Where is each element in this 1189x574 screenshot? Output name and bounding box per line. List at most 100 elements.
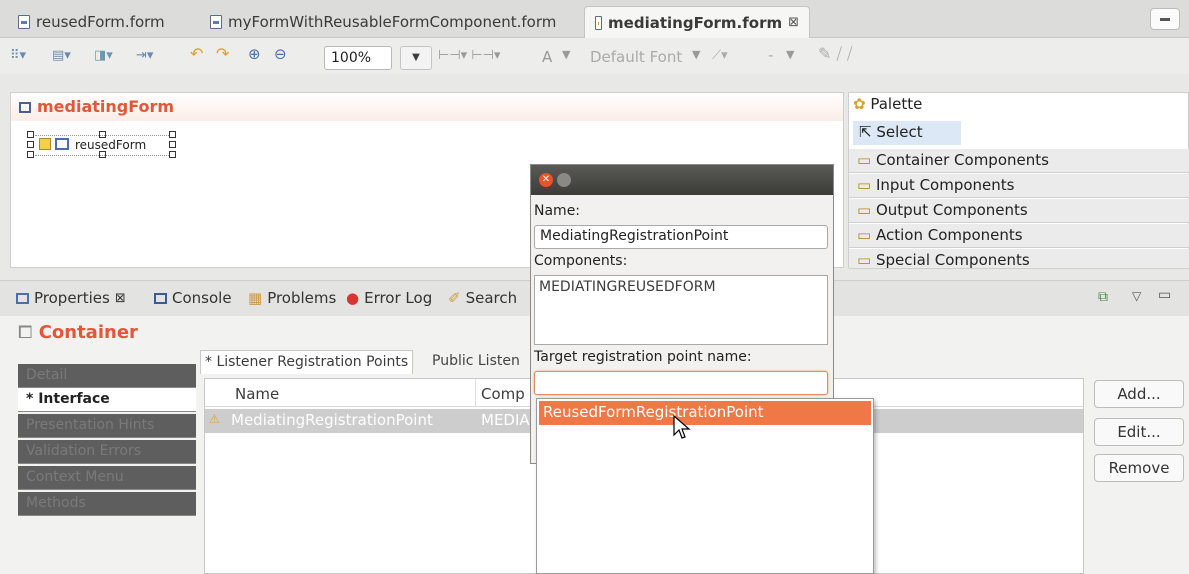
font-name-selector[interactable]: Default Font: [590, 48, 682, 66]
form-file-icon: [210, 15, 222, 29]
close-icon[interactable]: ✕: [539, 173, 553, 187]
close-tab-icon[interactable]: ⊠: [788, 15, 799, 30]
container-icon: [39, 138, 51, 150]
section-tab-context-menu[interactable]: Context Menu: [18, 466, 196, 490]
palette-panel: ✿ Palette ⇱ Select ▭ Container Component…: [848, 92, 1189, 269]
align-icon[interactable]: ⠿▾: [10, 48, 26, 63]
select-tool[interactable]: ⇱ Select: [853, 121, 961, 145]
zoom-dropdown-button[interactable]: ▼: [400, 46, 432, 70]
resize-handle[interactable]: [169, 151, 176, 158]
resize-handle[interactable]: [27, 141, 34, 148]
form-file-icon: [595, 15, 603, 30]
column-header-name[interactable]: Name: [235, 385, 279, 403]
properties-title-label: Container: [38, 322, 138, 343]
redo-icon[interactable]: ↷: [216, 44, 229, 63]
palette-drawer-special[interactable]: ▭ Special Components: [849, 249, 1189, 269]
tab-label: myFormWithReusableFormComponent.form: [228, 13, 557, 31]
form-title: mediatingForm: [37, 97, 175, 116]
drawer-label: Action Components: [875, 226, 1023, 244]
minimize-view-icon[interactable]: ▭: [1158, 287, 1171, 303]
properties-title: ⧠ Container: [18, 322, 138, 343]
resize-handle[interactable]: [169, 131, 176, 138]
folder-icon: ▭: [857, 251, 872, 269]
section-tab-interface[interactable]: * Interface: [18, 388, 196, 412]
chevron-down-icon: ▼: [786, 48, 795, 61]
resize-handle[interactable]: [27, 131, 34, 138]
name-field[interactable]: MediatingRegistrationPoint: [534, 225, 828, 249]
section-tab-methods[interactable]: Methods: [18, 492, 196, 516]
resize-handle[interactable]: [169, 141, 176, 148]
tab-properties[interactable]: Properties ⊠: [16, 289, 126, 307]
line-width-icon[interactable]: ⊢⊣▾ ⊢⊣▾: [438, 48, 500, 63]
form-icon: [19, 102, 31, 113]
tab-reusedform[interactable]: reusedForm.form: [8, 6, 175, 38]
drawer-label: Special Components: [875, 251, 1030, 269]
tab-search[interactable]: ✐ Search: [448, 289, 517, 307]
zoom-in-icon[interactable]: ⊕: [248, 45, 261, 63]
palette-title: ✿ Palette: [853, 95, 922, 113]
list-item[interactable]: MEDIATINGREUSEDFORM: [539, 279, 716, 295]
tab-error-log[interactable]: ● Error Log: [346, 289, 432, 307]
new-window-icon[interactable]: ⧉: [1098, 289, 1108, 305]
font-color-label[interactable]: A: [542, 48, 552, 66]
tab-label: reusedForm.form: [36, 13, 165, 31]
edit-button[interactable]: Edit...: [1094, 418, 1184, 446]
tab-label: Problems: [267, 289, 337, 307]
palette-drawer-output[interactable]: ▭ Output Components: [849, 199, 1189, 223]
tab-problems[interactable]: ▦ Problems: [248, 289, 336, 307]
error-log-icon: ●: [346, 289, 360, 307]
line-style-selector[interactable]: -: [768, 46, 773, 64]
folder-icon: ▭: [857, 151, 872, 169]
undo-icon[interactable]: ↶: [190, 44, 203, 63]
warning-icon: ⚠: [209, 412, 220, 426]
view-menu-icon[interactable]: ▽: [1132, 289, 1141, 303]
subtab-listener-registration-points[interactable]: * Listener Registration Points: [200, 350, 414, 374]
chevron-down-icon: ▼: [562, 48, 571, 61]
problems-icon: ▦: [248, 289, 263, 307]
distribute-icon[interactable]: ⇥▾: [136, 48, 153, 63]
row-name: MediatingRegistrationPoint: [231, 411, 433, 429]
drawer-label: Input Components: [875, 176, 1015, 194]
tab-myformwithreusableformcomponent[interactable]: myFormWithReusableFormComponent.form: [200, 6, 566, 38]
remove-button[interactable]: Remove: [1094, 454, 1184, 482]
section-tab-detail[interactable]: Detail: [18, 364, 196, 388]
minimize-editor-button[interactable]: [1150, 8, 1180, 30]
tab-label: Error Log: [364, 289, 433, 307]
target-label: Target registration point name:: [534, 349, 752, 365]
line-color-icon[interactable]: ⟋▾: [712, 48, 728, 63]
subtab-public-listeners[interactable]: Public Listen: [428, 350, 524, 374]
column-header-components[interactable]: Comp: [481, 385, 525, 403]
section-tab-presentation-hints[interactable]: Presentation Hints: [18, 414, 196, 438]
tab-mediatingform[interactable]: mediatingForm.form ⊠: [584, 6, 810, 38]
component-label: reusedForm: [75, 138, 147, 152]
maximize-icon[interactable]: [557, 173, 571, 187]
palette-drawer-container[interactable]: ▭ Container Components: [849, 149, 1189, 173]
tab-label: Properties: [34, 289, 110, 307]
zoom-out-icon[interactable]: ⊖: [274, 45, 287, 63]
folder-icon: ▭: [857, 226, 872, 244]
add-button[interactable]: Add...: [1094, 380, 1184, 408]
form-editor-header: mediatingForm: [11, 93, 843, 121]
dialog-titlebar: ✕: [531, 165, 833, 195]
minimize-icon: [1160, 18, 1170, 21]
drawer-label: Container Components: [875, 151, 1049, 169]
section-tab-validation-errors[interactable]: Validation Errors: [18, 440, 196, 464]
resize-handle[interactable]: [27, 151, 34, 158]
match-size-icon[interactable]: ▤▾: [52, 48, 71, 63]
autocomplete-item[interactable]: ReusedFormRegistrationPoint: [539, 401, 871, 425]
form-file-icon: [18, 15, 30, 29]
target-registration-point-field[interactable]: [534, 371, 828, 395]
palette-drawer-input[interactable]: ▭ Input Components: [849, 174, 1189, 198]
components-list[interactable]: MEDIATINGREUSEDFORM: [534, 275, 828, 345]
reused-form-component[interactable]: reusedForm: [27, 131, 177, 158]
close-view-icon[interactable]: ⊠: [115, 291, 126, 306]
name-label: Name:: [534, 203, 581, 219]
zoom-level-input[interactable]: 100%: [324, 46, 392, 70]
brush-icon[interactable]: ✎ ⧸ ⧸: [818, 44, 852, 64]
tab-console[interactable]: Console: [154, 289, 232, 307]
chevron-down-icon: ▼: [692, 48, 701, 61]
tab-label: mediatingForm.form: [608, 13, 783, 32]
chevron-down-icon: ▼: [412, 52, 420, 63]
palette-drawer-action[interactable]: ▭ Action Components: [849, 224, 1189, 248]
layout-icon[interactable]: ◨▾: [94, 48, 113, 63]
